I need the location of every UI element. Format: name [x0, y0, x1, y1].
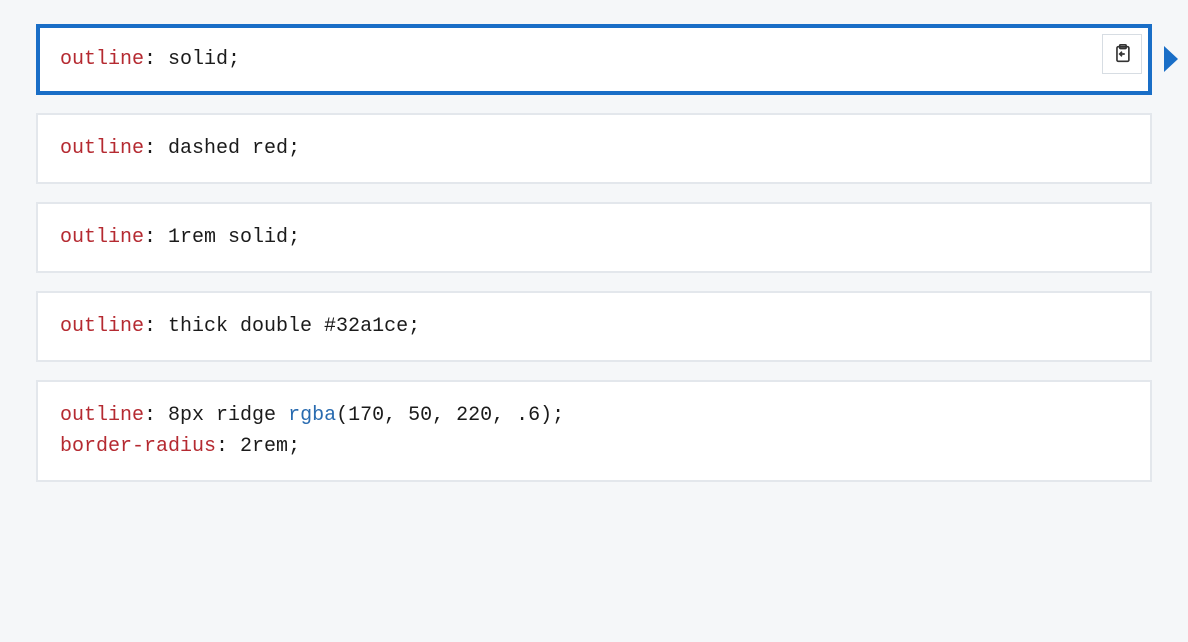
code-token: outline [60, 404, 144, 427]
code-token: ( [336, 404, 348, 427]
code-example-0[interactable]: outline: solid; [36, 24, 1152, 95]
code-token: : [216, 435, 240, 458]
code-token: 1rem solid [168, 226, 288, 249]
code-token: outline [60, 137, 144, 160]
run-button[interactable] [1164, 46, 1178, 72]
code-token: ) [540, 404, 552, 427]
code-token: outline [60, 315, 144, 338]
code-token: dashed red [168, 137, 288, 160]
code-token: : [144, 137, 168, 160]
code-line: outline: thick double #32a1ce; [60, 311, 1128, 342]
code-line: outline: solid; [60, 44, 1128, 75]
code-token: ; [288, 435, 300, 458]
code-token: 8px ridge [168, 404, 288, 427]
code-example-4[interactable]: outline: 8px ridge rgba(170, 50, 220, .6… [36, 380, 1152, 482]
code-token: rgba [288, 404, 336, 427]
copy-button[interactable] [1102, 34, 1142, 74]
clipboard-icon [1111, 43, 1133, 65]
code-token: ; [552, 404, 564, 427]
code-token: border-radius [60, 435, 216, 458]
code-token: 170, 50, 220, .6 [348, 404, 540, 427]
code-token: ; [408, 315, 420, 338]
code-line: outline: dashed red; [60, 133, 1128, 164]
code-token: thick double #32a1ce [168, 315, 408, 338]
code-token: : [144, 48, 168, 71]
code-token: : [144, 226, 168, 249]
code-token: : [144, 404, 168, 427]
code-token: outline [60, 226, 144, 249]
code-token: ; [228, 48, 240, 71]
code-token: solid [168, 48, 228, 71]
code-line: outline: 8px ridge rgba(170, 50, 220, .6… [60, 400, 1128, 431]
code-token: 2rem [240, 435, 288, 458]
code-token: outline [60, 48, 144, 71]
code-token: : [144, 315, 168, 338]
code-line: outline: 1rem solid; [60, 222, 1128, 253]
code-token: ; [288, 226, 300, 249]
code-token: ; [288, 137, 300, 160]
code-example-1[interactable]: outline: dashed red; [36, 113, 1152, 184]
code-example-2[interactable]: outline: 1rem solid; [36, 202, 1152, 273]
code-example-3[interactable]: outline: thick double #32a1ce; [36, 291, 1152, 362]
code-line: border-radius: 2rem; [60, 431, 1128, 462]
